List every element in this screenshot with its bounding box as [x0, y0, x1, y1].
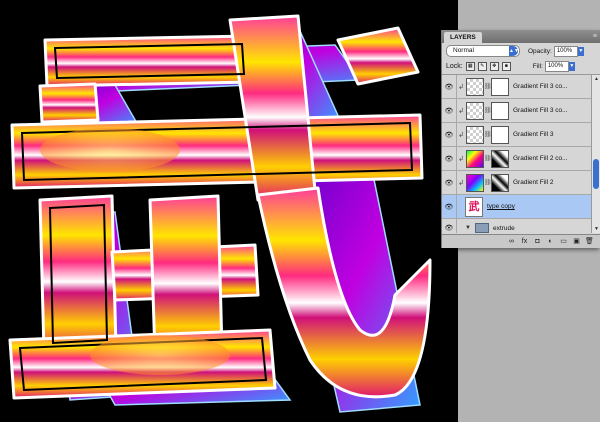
eye-icon[interactable]: 👁 [442, 179, 456, 187]
layer-name: extrude [493, 224, 515, 232]
scroll-up-icon[interactable]: ▲ [592, 75, 600, 83]
blend-row: Normal ▲▼ Opacity: 100% ▼ [442, 43, 600, 59]
panel-menu-icon[interactable]: ≡ [593, 30, 600, 43]
chain-link-icon[interactable]: ⛓ [484, 179, 492, 186]
blend-mode-value: Normal [453, 47, 474, 54]
lock-transparency-icon[interactable]: ▦ [465, 62, 475, 71]
gradient-thumbnail [466, 149, 484, 168]
eye-icon[interactable]: 👁 [442, 224, 456, 232]
panel-bottom-bar: ∞ fx ◘ ◐ ▭ ▣ 🗑 [442, 234, 600, 248]
layer-row[interactable]: 👁 ↲ ⛓ Gradient Fill 3 [442, 123, 592, 147]
eye-icon[interactable]: 👁 [442, 155, 456, 163]
clip-arrow-icon: ↲ [458, 131, 464, 139]
layer-name: Gradient Fill 3 [513, 131, 554, 138]
panel-tabbar: LAYERS ≡ [442, 30, 600, 43]
tab-layers[interactable]: LAYERS [444, 32, 482, 43]
fill-input[interactable]: 100% [544, 61, 569, 72]
layer-name: Gradient Fill 2 co... [513, 155, 568, 162]
layer-thumbnail [466, 101, 484, 120]
layer-thumbnail [466, 77, 484, 96]
layer-row-selected[interactable]: 👁 武 type copy [442, 195, 592, 219]
scrollbar-thumb[interactable] [593, 159, 599, 189]
layer-mask-thumbnail[interactable] [491, 125, 509, 144]
lock-position-icon[interactable]: ✥ [489, 62, 499, 71]
clip-arrow-icon: ↲ [458, 179, 464, 187]
layer-mask-thumbnail[interactable] [491, 101, 509, 120]
scroll-down-icon[interactable]: ▼ [592, 225, 600, 233]
layer-name: Gradient Fill 3 co... [513, 83, 568, 90]
fill-dropdown-icon[interactable]: ▼ [568, 62, 575, 71]
eye-icon[interactable]: 👁 [442, 107, 456, 115]
gradient-thumbnail [466, 173, 484, 192]
mask-icon[interactable]: ◘ [532, 237, 543, 247]
chain-link-icon[interactable]: ⛓ [484, 131, 492, 138]
trash-icon[interactable]: 🗑 [584, 237, 595, 247]
layer-row[interactable]: 👁 ↲ ⛓ Gradient Fill 3 co... [442, 99, 592, 123]
eye-icon[interactable]: 👁 [442, 203, 456, 211]
layer-mask-thumbnail[interactable] [491, 149, 509, 168]
lock-pixels-icon[interactable]: ✎ [477, 62, 487, 71]
layer-row[interactable]: 👁 ↲ ⛓ Gradient Fill 2 co... [442, 147, 592, 171]
blend-mode-select[interactable]: Normal ▲▼ [446, 45, 520, 57]
lock-all-icon[interactable]: ■ [501, 62, 511, 71]
layer-row[interactable]: 👁 ↲ ⛓ Gradient Fill 3 co... [442, 75, 592, 99]
folder-icon[interactable]: ▭ [558, 237, 569, 247]
type-layer-thumbnail: 武 [465, 196, 483, 217]
opacity-dropdown-icon[interactable]: ▼ [577, 46, 584, 56]
lock-label: Lock: [446, 63, 463, 70]
chevron-down-icon: ▲▼ [509, 46, 519, 56]
layer-name: type copy [487, 203, 515, 210]
chain-link-icon[interactable]: ⛓ [484, 107, 492, 114]
chain-link-icon[interactable]: ⛓ [484, 155, 492, 162]
adjustment-icon[interactable]: ◐ [545, 237, 556, 247]
folder-icon [475, 223, 489, 233]
new-layer-icon[interactable]: ▣ [571, 237, 582, 247]
layers-scrollbar[interactable]: ▲ ▼ [591, 75, 600, 233]
clip-arrow-icon: ↲ [458, 155, 464, 163]
layer-row[interactable]: 👁 ↲ ⛓ Gradient Fill 2 [442, 171, 592, 195]
layer-group-row[interactable]: 👁 ▼ extrude [442, 219, 592, 233]
clip-arrow-icon: ↲ [458, 107, 464, 115]
expand-triangle-icon[interactable]: ▼ [463, 225, 473, 231]
type-thumbnail-glyph: 武 [468, 200, 480, 213]
fill-label: Fill: [532, 63, 543, 70]
layer-name: Gradient Fill 3 co... [513, 107, 568, 114]
eye-icon[interactable]: 👁 [442, 83, 456, 91]
layer-thumbnail [466, 125, 484, 144]
layer-mask-thumbnail[interactable] [491, 173, 509, 192]
fx-icon[interactable]: fx [519, 237, 530, 247]
eye-icon[interactable]: 👁 [442, 131, 456, 139]
link-icon[interactable]: ∞ [506, 237, 517, 247]
lock-row: Lock: ▦ ✎ ✥ ■ Fill: 100% ▼ [442, 59, 600, 75]
layers-panel: LAYERS ≡ Normal ▲▼ Opacity: 100% ▼ Lock:… [441, 30, 600, 248]
layer-name: Gradient Fill 2 [513, 179, 554, 186]
clip-arrow-icon: ↲ [458, 83, 464, 91]
layers-list: 👁 ↲ ⛓ Gradient Fill 3 co... 👁 ↲ ⛓ Gradie… [442, 75, 592, 233]
opacity-label: Opacity: [528, 47, 552, 55]
opacity-input[interactable]: 100% [553, 45, 578, 57]
layer-mask-thumbnail[interactable] [491, 77, 509, 96]
chain-link-icon[interactable]: ⛓ [484, 83, 492, 90]
